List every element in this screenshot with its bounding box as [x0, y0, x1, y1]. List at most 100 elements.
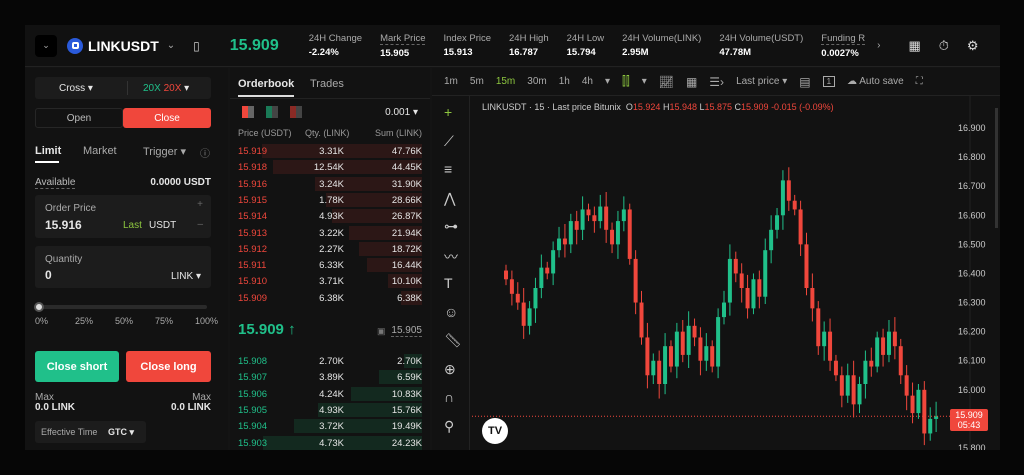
orderbook-row[interactable]: 15.908 2.70K 2.70K — [238, 353, 422, 369]
orderbook-row[interactable]: 15.904 3.72K 19.49K — [238, 418, 422, 434]
candle-body — [833, 360, 838, 376]
orderbook-row[interactable]: 15.909 6.38K 6.38K — [238, 290, 422, 306]
tradingview-logo[interactable]: TV — [482, 418, 508, 444]
quantity-value[interactable]: 0 — [45, 268, 52, 282]
row-qty: 4.73K — [319, 437, 344, 449]
slider-mark-label[interactable]: 25% — [75, 316, 93, 326]
ohlc-legend: LINKUSDT · 15 · Last price Bitunix O15.9… — [482, 102, 834, 112]
menu-toggle[interactable]: ⌄ — [35, 34, 57, 57]
orderbook-row[interactable]: 15.916 3.24K 31.90K — [238, 176, 422, 192]
close-short-button[interactable]: Close short — [35, 351, 119, 382]
candle-body — [515, 293, 520, 303]
decrement-button[interactable]: – — [197, 219, 203, 230]
quantity-unit-select[interactable]: LINK ▾ — [171, 271, 201, 282]
candle-body — [657, 360, 662, 384]
orderbook-row[interactable]: 15.914 4.93K 26.87K — [238, 208, 422, 224]
y-tick-label: 16.600 — [958, 210, 986, 220]
candle-body — [645, 337, 650, 376]
orderbook-row[interactable]: 15.913 3.22K 21.94K — [238, 225, 422, 241]
orderbook-row[interactable]: 15.915 1.78K 28.66K — [238, 192, 422, 208]
candle-body — [863, 360, 868, 384]
stat-label: 24H Volume(USDT) — [719, 32, 804, 44]
open-tab[interactable]: Open — [35, 108, 123, 128]
candle-body — [557, 238, 562, 251]
stat-6: 24H Volume(USDT) 47.78M — [719, 33, 803, 59]
chevron-down-icon[interactable]: ⌄ — [167, 40, 175, 51]
candle-body — [769, 229, 774, 251]
candle-body — [716, 317, 721, 367]
row-qty: 6.38K — [319, 292, 344, 304]
orderbook-row[interactable]: 15.919 3.31K 47.76K — [238, 143, 422, 159]
tab-trigger-label: Trigger — [143, 146, 178, 158]
tab-trades[interactable]: Trades — [310, 78, 344, 90]
chevron-right-icon[interactable]: › — [877, 40, 880, 51]
row-sum: 16.44K — [391, 260, 422, 272]
calculator-icon[interactable]: ▦ — [908, 38, 920, 54]
layout-asks-icon[interactable] — [290, 106, 302, 118]
stat-label: 24H Volume(LINK) — [622, 32, 702, 44]
candle-body — [886, 331, 891, 355]
stat-4: 24H Low 15.794 — [567, 33, 605, 59]
info-card-icon[interactable]: ▯ — [193, 39, 200, 53]
close-long-button[interactable]: Close long — [126, 351, 211, 382]
y-tick-label: 16.500 — [958, 239, 986, 249]
row-sum: 2.70K — [397, 356, 422, 367]
layout-both-icon[interactable] — [242, 106, 254, 118]
layout-bids-icon[interactable] — [266, 106, 278, 118]
tab-market[interactable]: Market — [83, 145, 117, 157]
candle-body — [928, 418, 933, 434]
row-qty: 3.31K — [319, 146, 344, 157]
precision-select[interactable]: 0.001 ▾ — [385, 107, 418, 118]
tab-trigger[interactable]: Trigger ▾ — [143, 145, 186, 158]
increment-button[interactable]: + — [197, 199, 203, 210]
last-price-button[interactable]: Last — [123, 220, 142, 231]
quantity-slider[interactable] — [37, 305, 207, 309]
info-icon[interactable]: ⓘ — [200, 145, 210, 160]
orderbook-row[interactable]: 15.907 3.89K 6.59K — [238, 369, 422, 385]
stat-5: 24H Volume(LINK) 2.95M — [622, 33, 701, 59]
candlestick-chart[interactable]: 16.900 16.800 16.700 16.600 16.500 16.400 16.3… — [432, 68, 1000, 450]
settings-gear-icon[interactable]: ⚙ — [967, 38, 979, 54]
quantity-input[interactable]: Quantity 0 LINK ▾ — [35, 246, 211, 288]
tab-limit[interactable]: Limit — [35, 145, 61, 157]
stat-value: 15.905 — [380, 47, 410, 59]
row-qty: 6.33K — [319, 260, 344, 272]
tab-indicator — [238, 95, 294, 97]
row-qty: 4.93K — [319, 211, 344, 223]
legend-high: 15.948 — [669, 102, 697, 112]
margin-mode-select[interactable]: Cross ▾ — [59, 83, 93, 94]
candle-body — [568, 221, 573, 245]
orderbook-row[interactable]: 15.910 3.71K 10.10K — [238, 273, 422, 289]
candle-body — [704, 346, 709, 361]
orderbook-row[interactable]: 15.906 4.24K 10.83K — [238, 386, 422, 402]
order-price-input[interactable]: Order Price 15.916 Last USDT + – — [35, 195, 211, 238]
slider-mark-label[interactable]: 0% — [35, 316, 48, 326]
slider-handle[interactable] — [34, 302, 44, 312]
timer-icon[interactable]: ⏱ — [939, 38, 949, 54]
slider-mark-label[interactable]: 50% — [115, 316, 133, 326]
candle-body — [869, 360, 874, 367]
orderbook-row[interactable]: 15.912 2.27K 18.72K — [238, 241, 422, 257]
candle-body — [751, 279, 756, 309]
close-tab[interactable]: Close — [123, 108, 211, 128]
orderbook-row[interactable]: 15.905 4.93K 15.76K — [238, 402, 422, 418]
orderbook-row[interactable]: 15.903 4.73K 24.23K — [238, 435, 422, 451]
orderbook-row[interactable]: 15.911 6.33K 16.44K — [238, 257, 422, 273]
y-tick-label: 16.700 — [958, 181, 986, 191]
candle-body — [668, 346, 673, 367]
slider-mark-label[interactable]: 100% — [195, 316, 218, 326]
orderbook-row[interactable]: 15.918 12.54K 44.45K — [238, 159, 422, 175]
slider-mark-label[interactable]: 75% — [155, 316, 173, 326]
row-qty: 3.22K — [319, 227, 344, 239]
divider — [230, 98, 430, 99]
tab-orderbook[interactable]: Orderbook — [238, 78, 294, 90]
candle-body — [839, 375, 844, 396]
scrollbar[interactable] — [995, 108, 998, 228]
leverage-select[interactable]: 20X 20X ▾ — [143, 83, 189, 94]
effective-time-select[interactable]: Effective Time GTC ▾ — [35, 421, 146, 443]
symbol[interactable]: LINKUSDT — [88, 38, 159, 54]
order-price-value[interactable]: 15.916 — [45, 218, 82, 232]
candle-body — [509, 279, 514, 294]
row-sum: 21.94K — [391, 227, 422, 239]
row-price: 15.912 — [238, 243, 268, 255]
